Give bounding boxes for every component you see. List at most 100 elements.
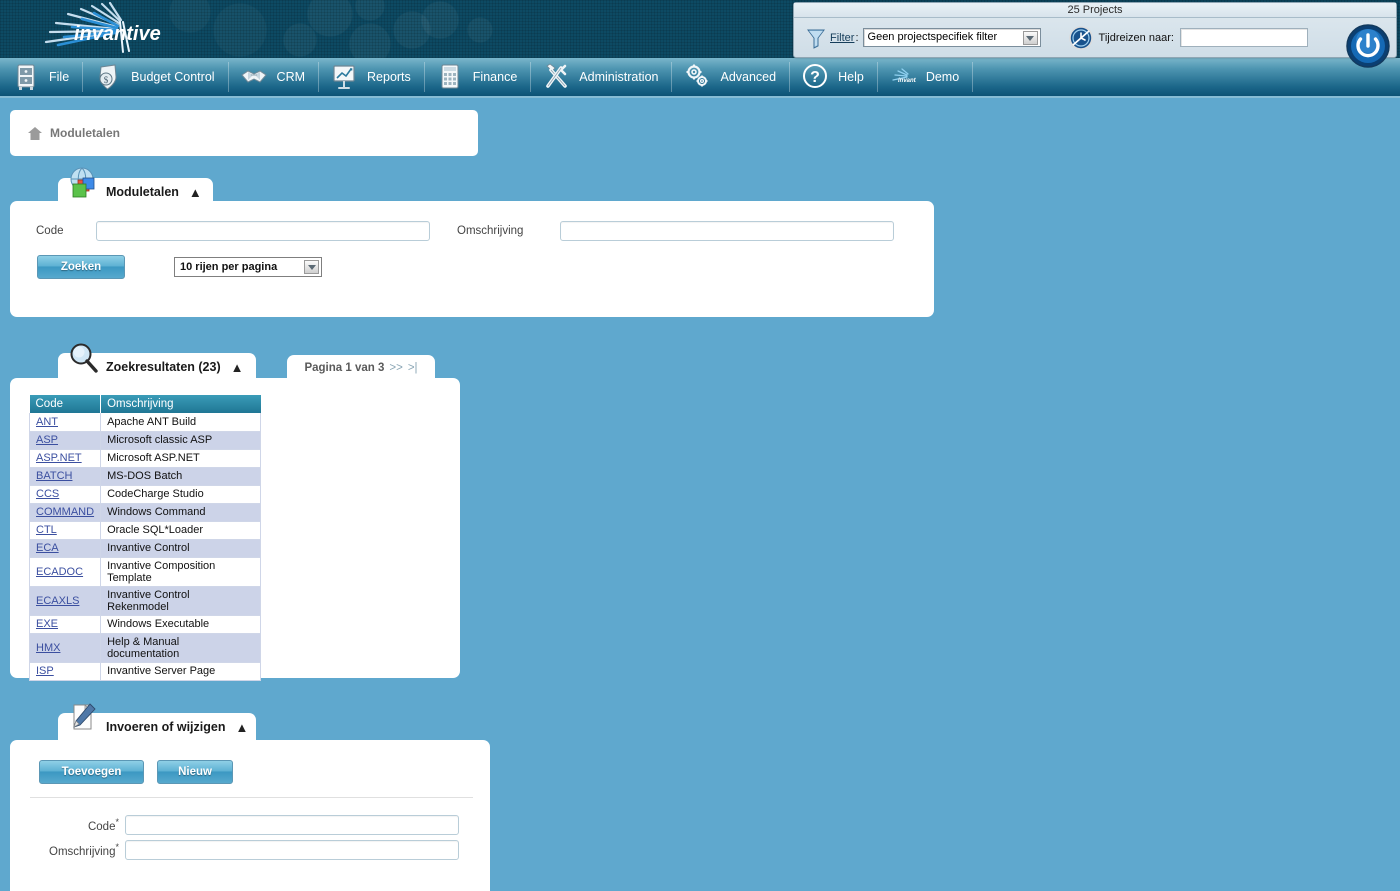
row-code-link[interactable]: ANT <box>36 416 58 428</box>
row-omschrijving: Apache ANT Build <box>100 413 262 432</box>
edit-panel-title: Invoeren of wijzigen <box>106 720 226 734</box>
breadcrumb-text[interactable]: Moduletalen <box>50 126 120 140</box>
row-omschrijving: Invantive Server Page <box>100 662 262 681</box>
filter-link[interactable]: Filter <box>830 32 854 44</box>
row-code-link[interactable]: ECAXLS <box>36 595 79 607</box>
row-code-link[interactable]: CTL <box>36 524 57 536</box>
row-code-link[interactable]: ASP.NET <box>36 452 82 464</box>
chevron-up-icon[interactable]: ▲ <box>231 360 244 375</box>
table-row[interactable]: ASP Microsoft classic ASP <box>28 431 262 450</box>
invantive-burst-logo: invantive <box>44 2 161 53</box>
menu-label-file: File <box>49 70 70 84</box>
table-row[interactable]: ISP Invantive Server Page <box>28 662 262 681</box>
row-code-link[interactable]: CCS <box>36 488 59 500</box>
home-icon[interactable] <box>28 126 42 140</box>
zoeken-button[interactable]: Zoeken <box>37 255 125 279</box>
gears-icon <box>686 64 708 87</box>
table-header-row: Code Omschrijving <box>29 395 261 413</box>
table-row[interactable]: HMX Help & Manual documentation <box>28 633 262 663</box>
breadcrumb: Moduletalen <box>10 110 478 156</box>
row-omschrijving: Help & Manual documentation <box>100 633 262 663</box>
edit-omschrijving-label-text: Omschrijving <box>49 845 116 858</box>
menu-item-help[interactable]: ? Help <box>789 57 877 97</box>
row-code-link[interactable]: ASP <box>36 434 58 446</box>
edit-omschrijving-row: Omschrijving* <box>30 840 459 860</box>
menu-item-file[interactable]: File <box>0 57 82 97</box>
menu-item-budget-control[interactable]: $ Budget Control <box>82 57 227 97</box>
rows-per-page-select[interactable]: 10 rijen per pagina <box>174 257 322 277</box>
chevron-down-icon[interactable] <box>1022 31 1038 45</box>
row-code-link[interactable]: HMX <box>36 642 60 654</box>
row-omschrijving: Invantive Control Rekenmodel <box>100 586 262 616</box>
row-omschrijving: CodeCharge Studio <box>100 485 262 504</box>
toevoegen-button[interactable]: Toevoegen <box>39 760 144 784</box>
menu-item-reports[interactable]: Reports <box>318 57 424 97</box>
edit-actions-row: Toevoegen Nieuw <box>39 760 233 784</box>
project-filter-select[interactable]: Geen projectspecifiek filter <box>862 28 1041 47</box>
row-omschrijving: Windows Command <box>100 503 262 522</box>
menu-item-advanced[interactable]: Advanced <box>671 57 789 97</box>
menu-label-crm: CRM <box>276 70 306 84</box>
column-header-code[interactable]: Code <box>29 395 102 413</box>
table-row[interactable]: ANT Apache ANT Build <box>28 413 262 432</box>
search-panel-tab[interactable]: Moduletalen ▲ <box>58 167 213 206</box>
menu-label-help: Help <box>838 70 864 84</box>
menu-item-demo[interactable]: invantive Demo <box>876 57 972 97</box>
magnifier-icon <box>70 343 98 373</box>
table-row[interactable]: BATCH MS-DOS Batch <box>28 467 262 486</box>
question-mark-icon: ? <box>803 64 828 88</box>
edit-code-label-text: Code <box>87 820 116 833</box>
menu-item-finance[interactable]: Finance <box>423 57 530 97</box>
edit-omschrijving-input[interactable] <box>125 840 459 860</box>
row-code-link[interactable]: ECADOC <box>36 566 83 578</box>
row-omschrijving: Invantive Composition Template <box>100 557 262 587</box>
row-code-link[interactable]: ISP <box>36 665 54 677</box>
results-panel-title: Zoekresultaten (23) <box>106 360 221 374</box>
row-code-link[interactable]: EXE <box>36 618 58 630</box>
rows-per-page-value: 10 rijen per pagina <box>180 261 278 273</box>
table-row[interactable]: COMMAND Windows Command <box>28 503 262 522</box>
results-panel-tab[interactable]: Zoekresultaten (23) ▲ <box>58 343 256 381</box>
edit-omschrijving-label: Omschrijving* <box>30 842 125 858</box>
pagination-tab: Pagina 1 van 3 >> >| <box>287 355 435 380</box>
row-code-link[interactable]: BATCH <box>36 470 72 482</box>
power-button-icon[interactable] <box>1346 24 1390 68</box>
pagination-next-button[interactable]: >> <box>389 362 402 374</box>
menu-bar-filler <box>972 57 1400 97</box>
edit-panel-tab[interactable]: Invoeren of wijzigen ▲ <box>58 703 256 741</box>
nieuw-button[interactable]: Nieuw <box>157 760 233 784</box>
menu-label-demo: Demo <box>925 70 960 84</box>
menu-label-finance: Finance <box>472 70 518 84</box>
row-omschrijving: Oracle SQL*Loader <box>100 521 262 540</box>
time-travel-clock-icon[interactable] <box>1068 25 1093 50</box>
table-row[interactable]: ASP.NET Microsoft ASP.NET <box>28 449 262 468</box>
row-code-link[interactable]: ECA <box>36 542 59 554</box>
menu-item-crm[interactable]: CRM <box>227 57 318 97</box>
menu-item-administration[interactable]: Administration <box>530 57 671 97</box>
edit-code-row: Code* <box>30 815 459 835</box>
edit-panel-divider <box>30 797 473 798</box>
row-omschrijving: MS-DOS Batch <box>100 467 262 486</box>
table-row[interactable]: EXE Windows Executable <box>28 615 262 634</box>
project-filter-value: Geen projectspecifiek filter <box>867 31 998 43</box>
timetravel-input[interactable] <box>1179 28 1308 47</box>
svg-text:invantive: invantive <box>898 78 916 84</box>
results-table-body: ANT Apache ANT Build ASP Microsoft classic… <box>28 413 262 681</box>
search-code-row: Code <box>36 221 430 241</box>
column-header-omschrijving[interactable]: Omschrijving <box>100 395 261 413</box>
menu-label-administration: Administration <box>579 70 659 84</box>
table-row[interactable]: ECAXLS Invantive Control Rekenmodel <box>28 586 262 616</box>
row-code-link[interactable]: COMMAND <box>36 506 94 518</box>
table-row[interactable]: ECA Invantive Control <box>28 539 262 558</box>
search-omschrijving-input[interactable] <box>560 221 894 241</box>
pagination-last-button[interactable]: >| <box>408 362 418 374</box>
chevron-down-icon[interactable] <box>304 260 319 274</box>
search-omschrijving-label: Omschrijving <box>457 225 524 237</box>
chevron-up-icon[interactable]: ▲ <box>189 185 202 200</box>
table-row[interactable]: CTL Oracle SQL*Loader <box>28 521 262 540</box>
table-row[interactable]: ECADOC Invantive Composition Template <box>28 557 262 587</box>
chevron-up-icon[interactable]: ▲ <box>235 720 248 735</box>
table-row[interactable]: CCS CodeCharge Studio <box>28 485 262 504</box>
search-code-input[interactable] <box>96 221 430 241</box>
edit-code-input[interactable] <box>125 815 459 835</box>
